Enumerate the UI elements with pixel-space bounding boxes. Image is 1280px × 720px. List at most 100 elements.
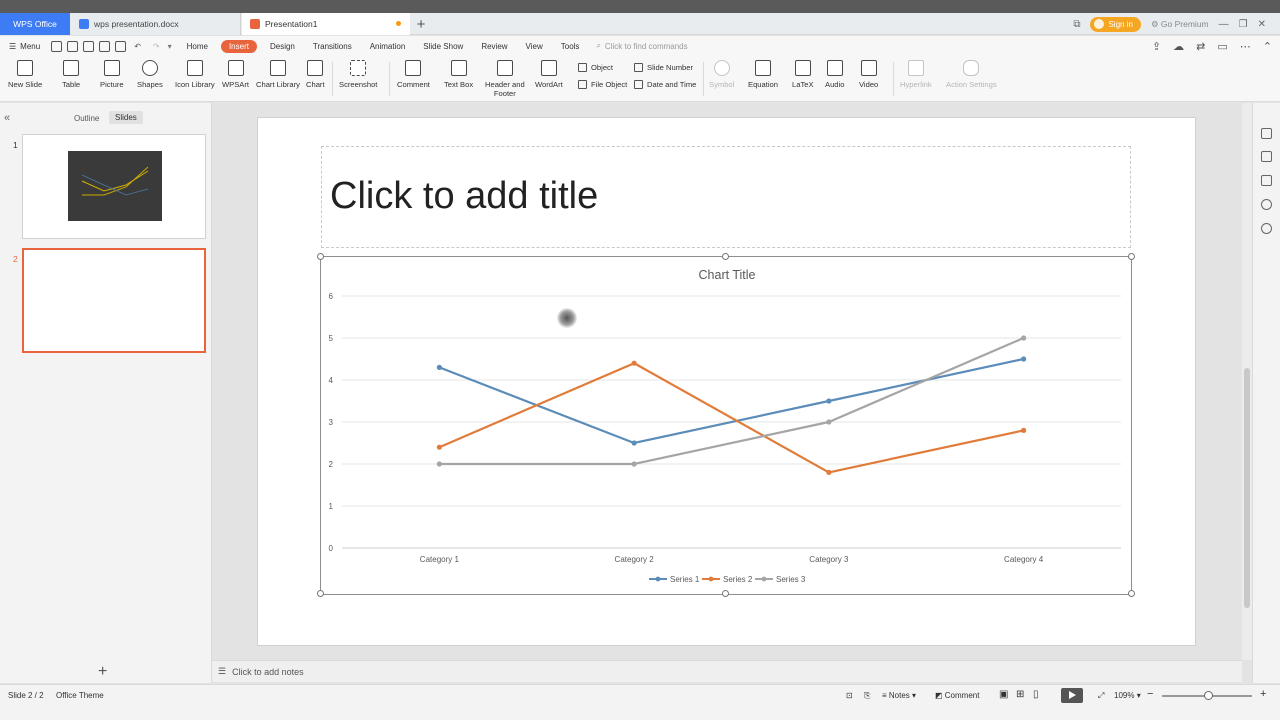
go-premium-link[interactable]: ⚙ Go Premium [1151,19,1209,30]
tab-outline[interactable]: Outline [70,112,103,125]
icon-library-button[interactable]: Icon Library [175,60,215,89]
restore-icon[interactable]: ❐ [1239,19,1248,30]
export-pdf-icon[interactable] [82,40,94,52]
layout-switch-icon[interactable]: ⧉ [1073,19,1080,30]
symbol-button[interactable]: Symbol [709,60,734,89]
tab-insert[interactable]: Insert [220,39,257,53]
resize-handle[interactable] [722,590,729,597]
table-button[interactable]: Table [62,60,80,89]
zoom-fit-icon[interactable]: ⤢ [1098,691,1104,701]
close-icon[interactable]: ✕ [1258,19,1266,30]
more-icon[interactable]: ⋯ [1240,40,1251,53]
resize-handle[interactable] [317,590,324,597]
collapse-ribbon-icon[interactable]: ⌃ [1263,40,1272,53]
speaker-icon [826,60,843,76]
screenshot-button[interactable]: Screenshot [339,60,377,89]
history-icon[interactable] [1261,199,1272,210]
file-object-button[interactable]: File Object [578,80,627,89]
tab-slides[interactable]: Slides [109,111,143,124]
resize-handle[interactable] [722,253,729,260]
zoom-out-icon[interactable]: − [1147,688,1153,700]
object-properties-icon[interactable] [1261,128,1272,139]
save-icon[interactable] [66,40,78,52]
audio-button[interactable]: Audio [825,60,844,89]
resize-handle[interactable] [317,253,324,260]
legend-label: Series 2 [723,575,753,584]
scrollbar-thumb[interactable] [1244,368,1250,608]
object-button[interactable]: Object [578,63,613,72]
video-label: Video [859,80,879,89]
zoom-level-dropdown[interactable]: 109% ▾ [1114,691,1141,700]
comment-panel-icon[interactable]: ▭ [1217,40,1227,53]
print-icon[interactable] [98,40,110,52]
slide-thumbnail-1[interactable] [22,134,206,239]
new-tab-button[interactable]: + [414,13,428,35]
tab-animation[interactable]: Animation [361,42,415,51]
animation-pane-icon[interactable] [1261,151,1272,162]
tab-home[interactable]: Home [178,42,217,51]
tab-wps-office[interactable]: WPS Office [0,13,70,35]
comment-button[interactable]: Comment [397,60,430,89]
action-settings-button[interactable]: Action Settings [946,60,997,89]
tab-transitions[interactable]: Transitions [304,42,361,51]
shapes-button[interactable]: Shapes [137,60,163,89]
ribbon-divider [389,62,390,96]
slide-sorter-icon[interactable]: ⊞ [1016,689,1024,700]
find-commands-search[interactable]: ⌕ Click to find commands [596,41,687,51]
slide-number-button[interactable]: Slide Number [634,63,693,72]
sign-in-button[interactable]: Sign in [1090,16,1141,32]
tab-presentation1[interactable]: Presentation1 [242,13,410,35]
zoom-in-icon[interactable]: + [1260,688,1266,700]
tab-view[interactable]: View [517,42,552,51]
slideshow-play-button[interactable] [1061,688,1083,703]
redo-icon[interactable]: ↷ [153,42,160,51]
tab-review[interactable]: Review [472,42,516,51]
text-box-button[interactable]: Text Box [444,60,473,89]
minimize-icon[interactable]: — [1219,19,1229,30]
sync-icon[interactable]: ⇄ [1196,40,1205,53]
video-button[interactable]: Video [859,60,878,89]
open-file-icon[interactable] [50,40,62,52]
settings-sliders-icon[interactable] [1261,175,1272,186]
normal-view-icon[interactable]: ▣ [999,689,1008,700]
notes-toggle[interactable]: ≡ Notes ▾ [882,691,916,700]
quick-access-dropdown-icon[interactable]: ▾ [168,42,172,51]
cloud-icon[interactable]: ☁ [1173,40,1184,53]
speaker-notes-icon[interactable]: ⎘ [864,691,870,701]
resize-handle[interactable] [1128,590,1135,597]
new-slide-button[interactable]: New Slide [8,60,42,89]
picture-button[interactable]: Picture [100,60,124,89]
reading-view-icon[interactable]: ▯ [1033,689,1039,700]
resize-handle[interactable] [1128,253,1135,260]
tab-tools[interactable]: Tools [552,42,589,51]
add-slide-icon[interactable]: + [98,663,107,681]
zoom-slider-knob[interactable] [1204,691,1213,700]
comment-toggle[interactable]: ◩ Comment [935,691,979,700]
chart-library-button[interactable]: Chart Library [256,60,300,89]
chart-button[interactable]: Chart [306,60,325,89]
hyperlink-button[interactable]: Hyperlink [900,60,932,89]
share-icon[interactable]: ⇪ [1152,40,1161,53]
title-placeholder[interactable]: Click to add title [321,146,1131,248]
latex-button[interactable]: LaTeX [792,60,814,89]
slide-thumbnail-2[interactable] [22,248,206,353]
search-icon: ⌕ [596,41,601,50]
equation-button[interactable]: Equation [748,60,778,89]
undo-icon[interactable]: ↶ [134,42,141,51]
line-chart-object[interactable]: Chart Title 0 1 2 3 4 5 6 Category 1 Category 2 Ca… [320,256,1132,595]
wpsart-button[interactable]: WPSArt [222,60,249,89]
date-time-button[interactable]: Date and Time [634,80,696,89]
help-icon[interactable] [1261,223,1272,234]
main-menu-button[interactable]: ☰ Menu [0,42,48,51]
print-preview-icon[interactable] [114,40,126,52]
tab-wps-presentation-docx[interactable]: wps presentation.docx [71,13,241,35]
fit-icon[interactable]: ⊡ [846,691,853,700]
tab-slide-show[interactable]: Slide Show [414,42,472,51]
notes-pane[interactable]: ☰ Click to add notes [212,660,1242,682]
header-footer-button[interactable]: Header and Footer [485,60,525,98]
wordart-button[interactable]: WordArt [535,60,563,89]
tab-design[interactable]: Design [261,42,304,51]
theme-name-label[interactable]: Office Theme [56,691,104,700]
collapse-pane-icon[interactable]: « [4,112,10,124]
vertical-scrollbar[interactable] [1242,103,1252,660]
